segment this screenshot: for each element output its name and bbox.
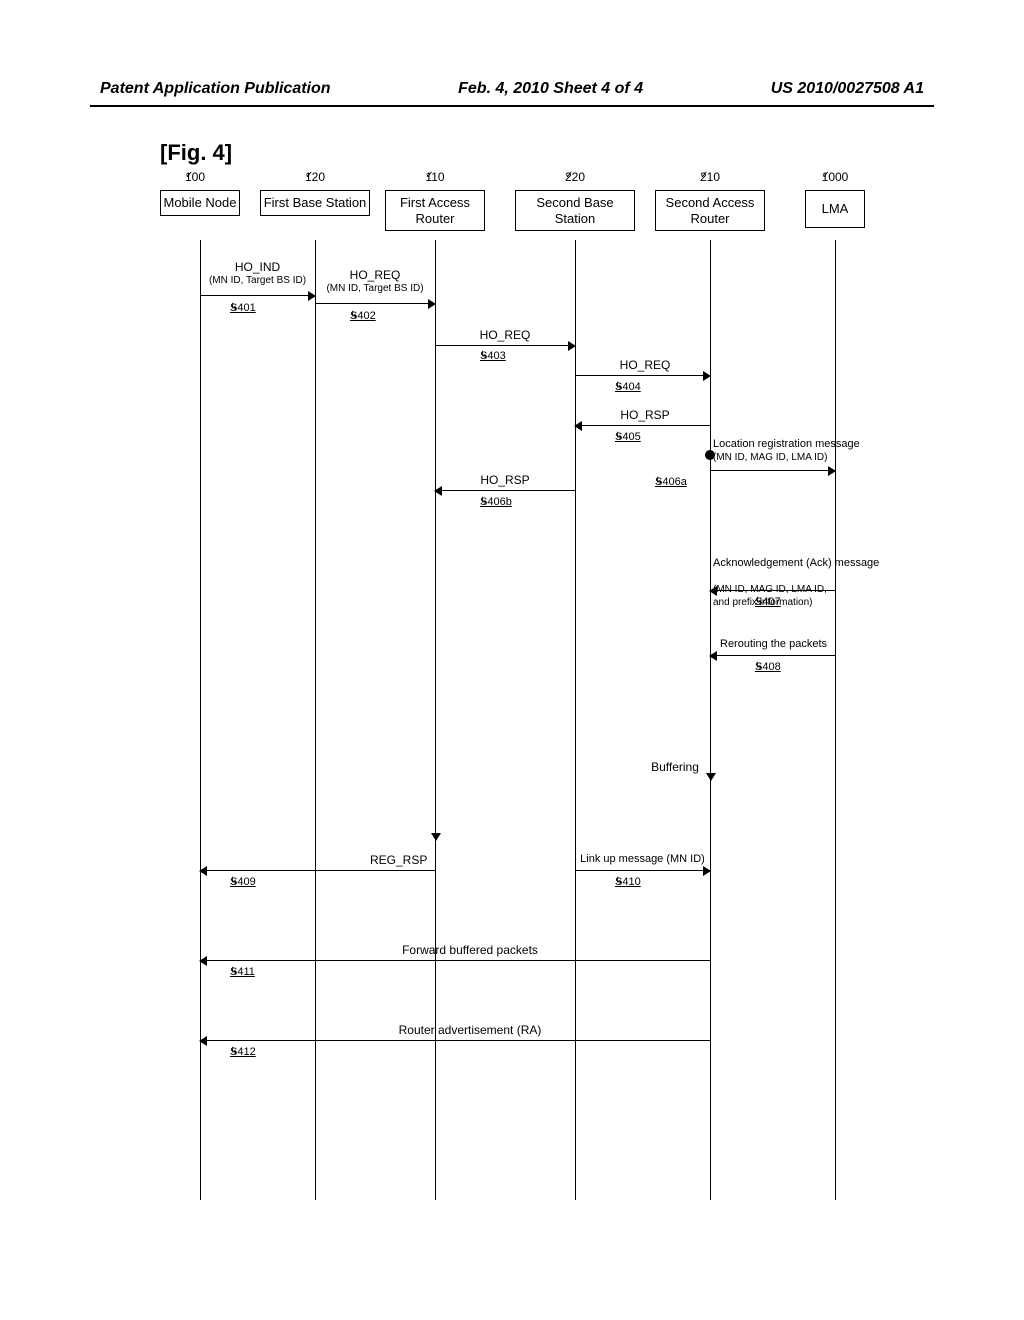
- msg-buffering: Buffering: [645, 760, 705, 775]
- actor-second-bs: Second Base Station: [515, 190, 635, 231]
- msg-fwd: Forward buffered packets: [370, 943, 570, 958]
- arrow-ra: [200, 1040, 710, 1041]
- step-s406b: ↳S406b: [480, 496, 512, 508]
- lifeline-first-bs: [315, 240, 316, 1200]
- step-s405: ↳S405: [615, 431, 641, 443]
- lifeline-second-bs: [575, 240, 576, 1200]
- actor-mobile-node: Mobile Node: [160, 190, 240, 216]
- header-rule: [90, 105, 934, 107]
- arrow-reroute: [710, 655, 835, 656]
- header-left: Patent Application Publication: [100, 80, 331, 98]
- arrow-reg-rsp: [200, 870, 435, 871]
- msg-ack: Acknowledgement (Ack) message: [713, 557, 893, 571]
- msg-ho-req2: HO_REQ: [455, 328, 555, 343]
- step-s403: ↳S403: [480, 350, 506, 362]
- msg-ra: Router advertisement (RA): [370, 1023, 570, 1038]
- figure-label: [Fig. 4]: [160, 140, 232, 166]
- msg-ho-ind: HO_IND: [200, 260, 315, 275]
- step-s409: ↳S409: [230, 876, 256, 888]
- header-right: US 2010/0027508 A1: [771, 80, 924, 98]
- sequence-diagram: ✓ 100 ✓ 120 ✓ 110 ✓ 220 ✓ 210 ✓ 1000 Mob…: [160, 170, 880, 1200]
- arrow-ho-req1: [315, 303, 435, 304]
- vert-first-ar: [435, 490, 436, 840]
- msg-link-up: Link up message (MN ID): [565, 853, 720, 867]
- step-s402: ↳S402: [350, 310, 376, 322]
- step-s410: ↳S410: [615, 876, 641, 888]
- msg-ho-req1: HO_REQ: [315, 268, 435, 283]
- msg-reg-rsp: REG_RSP: [370, 853, 450, 868]
- arrow-ho-ind: [200, 295, 315, 296]
- arrow-locreg: [710, 470, 835, 471]
- header-center: Feb. 4, 2010 Sheet 4 of 4: [458, 80, 643, 98]
- arrow-ho-rsp1: [575, 425, 710, 426]
- step-s412: ↳S412: [230, 1046, 256, 1058]
- step-s406a: ↳S406a: [655, 476, 687, 488]
- lifeline-mobile-node: [200, 240, 201, 1200]
- msg-ho-req3: HO_REQ: [595, 358, 695, 373]
- vert-second-ar: [710, 460, 711, 780]
- actor-second-ar: Second Access Router: [655, 190, 765, 231]
- msg-ho-ind-sub: (MN ID, Target BS ID): [200, 275, 315, 288]
- step-s401: ↳S401: [230, 302, 256, 314]
- actor-lma: LMA: [805, 190, 865, 228]
- step-s407: ↳S407: [755, 596, 781, 608]
- msg-ho-req1-sub: (MN ID, Target BS ID): [315, 283, 435, 296]
- msg-ack-sub: (MN ID, MAG ID, LMA ID, and prefix infor…: [713, 584, 893, 609]
- msg-ho-rsp2: HO_RSP: [455, 473, 555, 488]
- lifeline-lma: [835, 240, 836, 1200]
- arrow-ho-req2: [435, 345, 575, 346]
- msg-locreg-sub: (MN ID, MAG ID, LMA ID): [713, 452, 883, 465]
- step-s411: ↳S411: [230, 966, 255, 978]
- arrow-fwd: [200, 960, 710, 961]
- msg-locreg: Location registration message: [713, 438, 883, 452]
- arrow-ho-rsp2: [435, 490, 575, 491]
- arrow-ho-req3: [575, 375, 710, 376]
- step-s408: ↳S408: [755, 661, 781, 673]
- arrow-link-up: [575, 870, 710, 871]
- actor-first-bs: First Base Station: [260, 190, 370, 216]
- step-s404: ↳S404: [615, 381, 641, 393]
- msg-ho-rsp1: HO_RSP: [595, 408, 695, 423]
- msg-reroute: Rerouting the packets: [720, 638, 860, 652]
- actor-first-ar: First Access Router: [385, 190, 485, 231]
